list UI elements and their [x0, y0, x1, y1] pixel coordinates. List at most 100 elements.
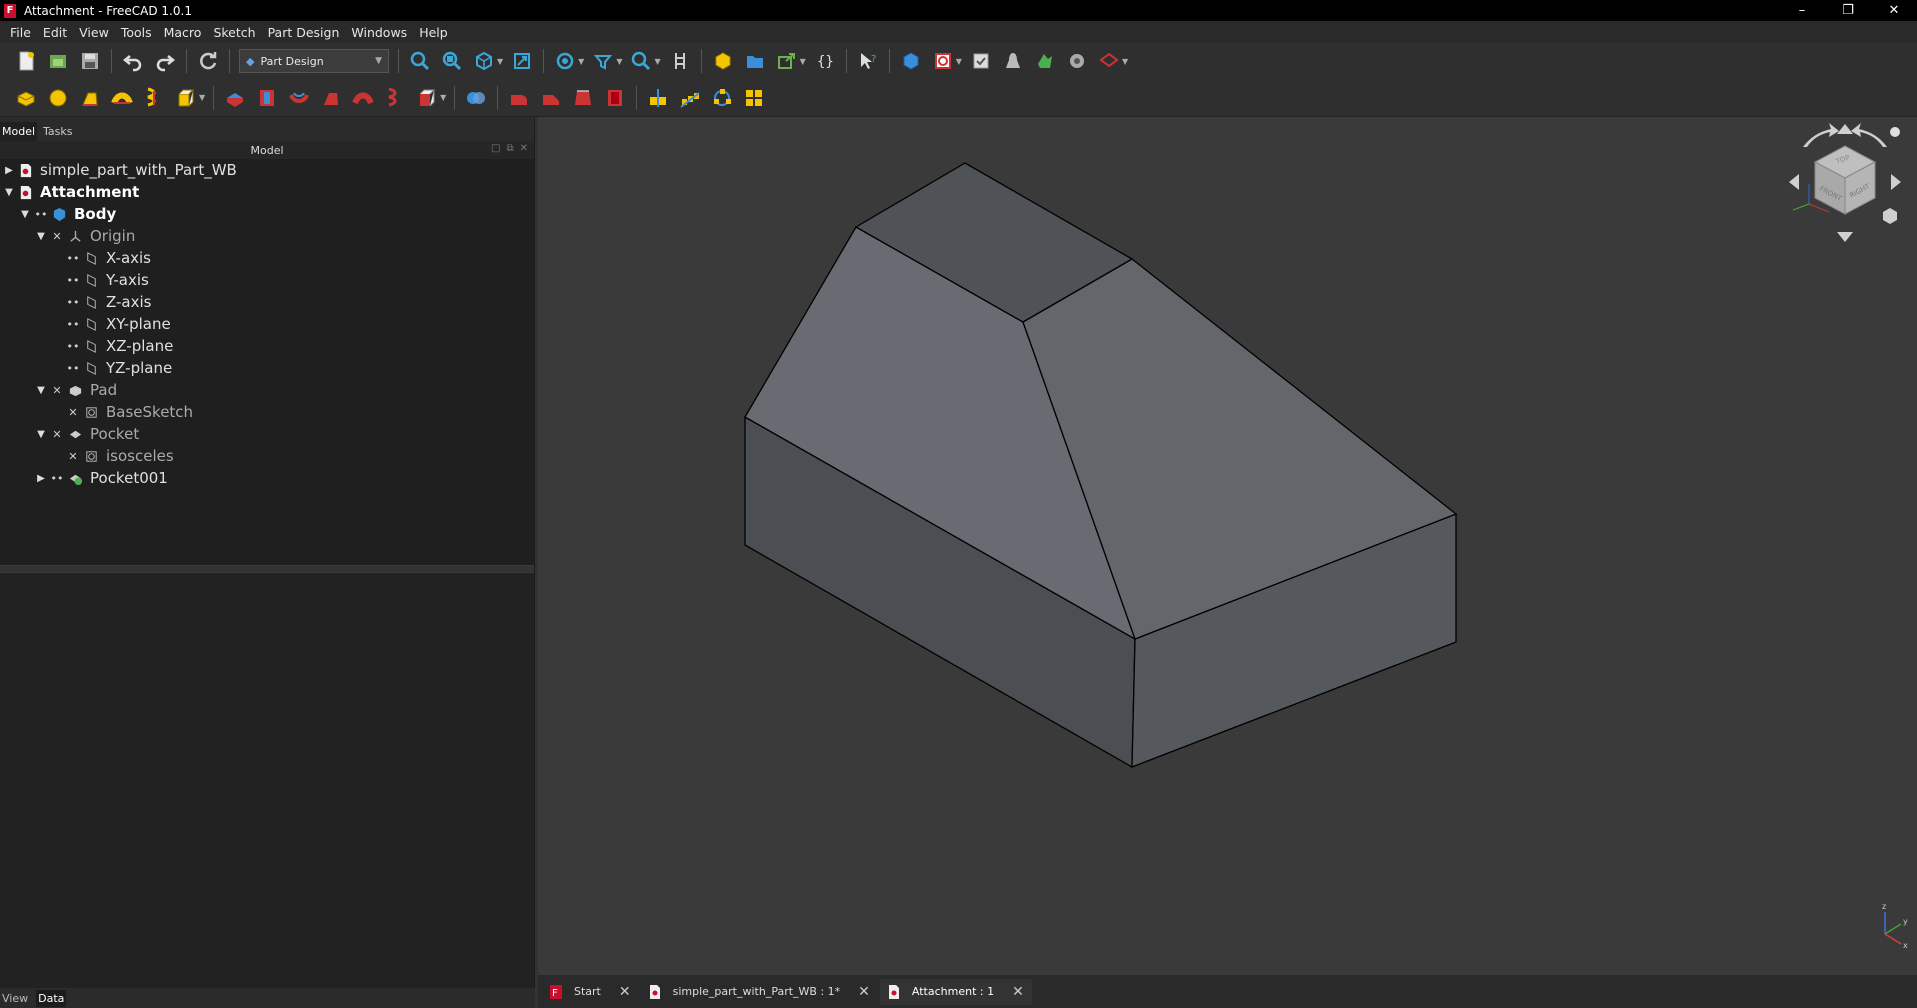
- create-sketch-icon[interactable]: [930, 48, 956, 74]
- sketch-dropdown-icon[interactable]: ▼: [956, 57, 962, 66]
- subtractive-dropdown-icon[interactable]: ▼: [440, 93, 446, 102]
- tree-item-pocket[interactable]: ▼ ✕ Pocket: [0, 423, 534, 445]
- visibility-eye-icon[interactable]: ••: [32, 208, 50, 221]
- workbench-selector[interactable]: ◆ Part Design ▼: [239, 49, 389, 73]
- visibility-eye-icon[interactable]: ••: [48, 472, 66, 485]
- hidden-eye-icon[interactable]: ✕: [48, 428, 66, 441]
- fillet-icon[interactable]: [506, 85, 532, 111]
- close-panel-icon[interactable]: ✕: [520, 143, 528, 154]
- float-panel-icon[interactable]: □: [491, 143, 500, 154]
- hidden-eye-icon[interactable]: ✕: [48, 230, 66, 243]
- visibility-eye-icon[interactable]: ••: [64, 362, 82, 375]
- shape-binder-icon[interactable]: [1000, 48, 1026, 74]
- fit-all-icon[interactable]: [407, 48, 433, 74]
- additive-loft-icon[interactable]: [77, 85, 103, 111]
- undock-panel-icon[interactable]: ⧉: [506, 143, 513, 154]
- menu-view[interactable]: View: [73, 25, 115, 40]
- datum-dropdown-icon[interactable]: ▼: [1122, 57, 1128, 66]
- visibility-eye-icon[interactable]: ••: [64, 318, 82, 331]
- redo-icon[interactable]: [152, 48, 178, 74]
- menu-help[interactable]: Help: [413, 25, 454, 40]
- datum-plane-icon[interactable]: [1096, 48, 1122, 74]
- save-icon[interactable]: [77, 48, 103, 74]
- pocket-icon[interactable]: [222, 85, 248, 111]
- close-tab-icon[interactable]: ✕: [1012, 984, 1024, 1000]
- open-document-icon[interactable]: [45, 48, 71, 74]
- hidden-eye-icon[interactable]: ✕: [64, 406, 82, 419]
- whats-this-icon[interactable]: ?: [855, 48, 881, 74]
- tree-item-pocket001[interactable]: ▶ •• Pocket001: [0, 467, 534, 489]
- selection-dropdown-icon[interactable]: ▼: [616, 57, 622, 66]
- hole-icon[interactable]: [254, 85, 280, 111]
- menu-edit[interactable]: Edit: [37, 25, 73, 40]
- visibility-eye-icon[interactable]: ••: [64, 274, 82, 287]
- menu-windows[interactable]: Windows: [345, 25, 413, 40]
- chamfer-icon[interactable]: [538, 85, 564, 111]
- visibility-eye-icon[interactable]: ••: [64, 296, 82, 309]
- collapse-arrow-icon[interactable]: ▼: [34, 231, 48, 242]
- navigation-cube[interactable]: TOP FRONT RIGHT: [1783, 122, 1908, 262]
- doc-tab-start[interactable]: F Start ✕: [542, 979, 639, 1005]
- doc-tab-attachment[interactable]: Attachment : 1 ✕: [879, 978, 1032, 1005]
- subtractive-primitive-icon[interactable]: [414, 85, 440, 111]
- tree-item-body[interactable]: ▼ •• Body: [0, 203, 534, 225]
- menu-file[interactable]: File: [4, 25, 37, 40]
- close-tab-icon[interactable]: ✕: [619, 984, 631, 1000]
- minimize-button[interactable]: –: [1779, 0, 1825, 21]
- multi-transform-icon[interactable]: [741, 85, 767, 111]
- polar-pattern-icon[interactable]: [709, 85, 735, 111]
- tree-item-xz-plane[interactable]: •• XZ-plane: [0, 335, 534, 357]
- new-document-icon[interactable]: [13, 48, 39, 74]
- link-icon[interactable]: [774, 48, 800, 74]
- linear-pattern-icon[interactable]: [677, 85, 703, 111]
- selection-filter-icon[interactable]: [590, 48, 616, 74]
- link-dropdown-icon[interactable]: ▼: [800, 57, 806, 66]
- close-tab-icon[interactable]: ✕: [858, 984, 870, 1000]
- isometric-view-icon[interactable]: [471, 48, 497, 74]
- refresh-icon[interactable]: [195, 48, 221, 74]
- expand-arrow-icon[interactable]: ▶: [2, 165, 16, 176]
- collapse-arrow-icon[interactable]: ▼: [18, 209, 32, 220]
- groove-icon[interactable]: [286, 85, 312, 111]
- doc-tab-simple-part[interactable]: simple_part_with_Part_WB : 1* ✕: [641, 979, 878, 1005]
- menu-part-design[interactable]: Part Design: [262, 25, 346, 40]
- draw-style-dropdown-icon[interactable]: ▼: [578, 57, 584, 66]
- variable-set-icon[interactable]: {}: [812, 48, 838, 74]
- undo-icon[interactable]: [120, 48, 146, 74]
- collapse-arrow-icon[interactable]: ▼: [34, 385, 48, 396]
- menu-tools[interactable]: Tools: [115, 25, 158, 40]
- additive-dropdown-icon[interactable]: ▼: [199, 93, 205, 102]
- measure-icon[interactable]: [667, 48, 693, 74]
- tree-item-yz-plane[interactable]: •• YZ-plane: [0, 357, 534, 379]
- boolean-icon[interactable]: [463, 85, 489, 111]
- expand-arrow-icon[interactable]: ▶: [34, 473, 48, 484]
- subshape-binder-icon[interactable]: [1032, 48, 1058, 74]
- subtractive-helix-icon[interactable]: [382, 85, 408, 111]
- additive-pipe-icon[interactable]: [109, 85, 135, 111]
- thickness-icon[interactable]: [602, 85, 628, 111]
- tree-item-basesketch[interactable]: ✕ BaseSketch: [0, 401, 534, 423]
- create-group-icon[interactable]: [742, 48, 768, 74]
- mirrored-icon[interactable]: [645, 85, 671, 111]
- tree-item-pad[interactable]: ▼ ✕ Pad: [0, 379, 534, 401]
- draft-icon[interactable]: [570, 85, 596, 111]
- view-dropdown-icon[interactable]: ▼: [497, 57, 503, 66]
- part-model[interactable]: [538, 117, 1917, 975]
- 3d-viewport[interactable]: TOP FRONT RIGHT z y x: [538, 117, 1917, 975]
- tree-item-xy-plane[interactable]: •• XY-plane: [0, 313, 534, 335]
- menu-sketch[interactable]: Sketch: [207, 25, 261, 40]
- create-part-icon[interactable]: [710, 48, 736, 74]
- panel-splitter[interactable]: [0, 565, 534, 573]
- tree-item-attachment[interactable]: ▼ Attachment: [0, 181, 534, 203]
- tree-item-simple-part[interactable]: ▶ simple_part_with_Part_WB: [0, 159, 534, 181]
- tree-item-z-axis[interactable]: •• Z-axis: [0, 291, 534, 313]
- close-window-button[interactable]: ✕: [1871, 0, 1917, 21]
- collapse-arrow-icon[interactable]: ▼: [34, 429, 48, 440]
- subtractive-loft-icon[interactable]: [318, 85, 344, 111]
- zoom-box-icon[interactable]: [628, 48, 654, 74]
- create-body-icon[interactable]: [898, 48, 924, 74]
- sync-view-icon[interactable]: [509, 48, 535, 74]
- collapse-arrow-icon[interactable]: ▼: [2, 187, 16, 198]
- validate-sketch-icon[interactable]: [968, 48, 994, 74]
- restore-button[interactable]: ❐: [1825, 0, 1871, 21]
